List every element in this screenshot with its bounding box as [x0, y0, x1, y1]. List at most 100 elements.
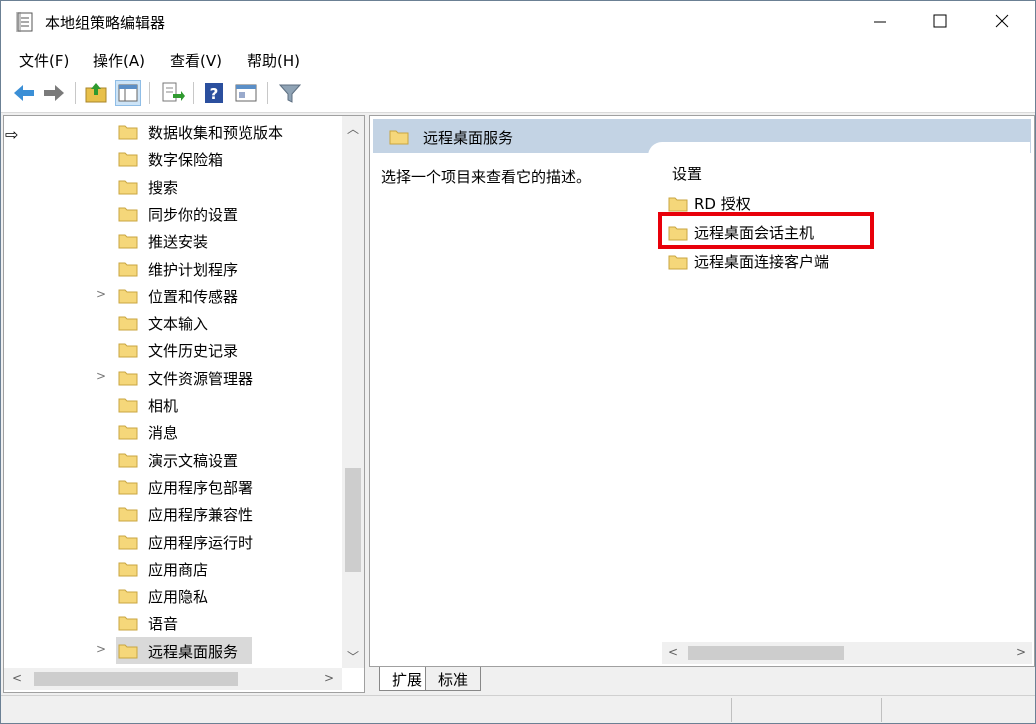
properties-button[interactable] — [233, 80, 259, 106]
minimize-icon — [874, 21, 886, 23]
tree-item-label: 消息 — [148, 424, 179, 443]
export-list-icon — [162, 82, 185, 102]
folder-icon — [118, 371, 138, 386]
column-header-settings[interactable]: 设置 — [672, 163, 702, 184]
folder-icon — [118, 398, 138, 413]
scrollbar-thumb[interactable] — [688, 646, 844, 660]
tree-item-label: 推送安装 — [148, 233, 209, 252]
tree-item-label: 数字保险箱 — [148, 151, 224, 170]
scrollbar-thumb[interactable] — [345, 468, 361, 572]
svg-text:?: ? — [210, 85, 219, 103]
scroll-left-icon[interactable]: < — [668, 645, 678, 659]
tree-item[interactable]: 应用程序包部署 — [4, 473, 340, 500]
folder-icon — [118, 425, 138, 440]
folder-icon — [118, 507, 138, 522]
list-item-connection-client[interactable]: 远程桌面连接客户端 — [668, 249, 918, 273]
tree-item[interactable]: 文件历史记录 — [4, 336, 340, 363]
tree-item[interactable]: 应用商店 — [4, 555, 340, 582]
status-bar — [1, 695, 1035, 723]
show-hide-tree-icon — [118, 84, 138, 102]
status-separator — [731, 698, 732, 722]
toolbar-separator — [193, 82, 194, 104]
close-button[interactable] — [979, 1, 1025, 43]
list-item-label: 远程桌面连接客户端 — [694, 253, 830, 271]
folder-icon — [668, 197, 688, 212]
folder-icon — [118, 316, 138, 331]
tree-item[interactable]: 应用程序运行时 — [4, 528, 340, 555]
menu-action[interactable]: 操作(A) — [93, 50, 145, 71]
tree-item-label: 数据收集和预览版本 — [148, 124, 284, 142]
tree-item-label: 同步你的设置 — [148, 205, 239, 224]
folder-icon — [118, 152, 138, 167]
tree-item[interactable]: 推送安装 — [4, 227, 340, 254]
tree-item[interactable]: 数据收集和预览版本 — [4, 118, 340, 145]
tab-standard[interactable]: 标准 — [425, 667, 482, 691]
tree-item[interactable]: 数字保险箱 — [4, 145, 340, 172]
folder-icon — [118, 262, 138, 276]
folder-icon — [118, 207, 138, 222]
up-folder-button[interactable] — [83, 80, 109, 106]
tree-pane[interactable]: > 远程桌面服务 语音 应用隐私 应用商店 应用程序运行时 应用程序兼容性 应用程序包部署 演示… — [3, 115, 365, 693]
folder-icon — [118, 535, 138, 549]
scroll-right-icon[interactable]: > — [1016, 645, 1026, 659]
expand-chevron-icon[interactable]: > — [96, 287, 110, 301]
tree-item-label: 文件历史记录 — [148, 342, 239, 361]
scroll-down-icon[interactable]: ﹀ — [347, 648, 359, 665]
description-text: 选择一个项目来查看它的描述。 — [381, 168, 592, 186]
tree-item[interactable]: 相机 — [4, 391, 340, 418]
red-highlight-box — [658, 212, 874, 249]
tree-item-label: 应用程序兼容性 — [148, 506, 254, 525]
tree-item[interactable]: > 位置和传感器 — [4, 282, 340, 309]
help-button[interactable]: ? — [201, 80, 227, 106]
help-icon: ? — [205, 83, 223, 103]
tree-item[interactable]: 语音 — [4, 609, 340, 636]
scrollbar-thumb[interactable] — [34, 672, 238, 686]
tree-item[interactable]: 消息 — [4, 418, 340, 445]
tree-item-label: 文本输入 — [148, 315, 209, 334]
tree-item[interactable]: 维护计划程序 — [4, 255, 340, 282]
tree-item[interactable]: 应用隐私 — [4, 582, 340, 609]
menu-bar: 文件(F) 操作(A) 查看(V) 帮助(H) — [1, 43, 1035, 75]
tree-item[interactable]: 搜索 — [4, 173, 340, 200]
maximize-button[interactable] — [917, 1, 963, 43]
scroll-up-icon[interactable]: ︿ — [347, 120, 359, 137]
folder-icon — [118, 234, 138, 249]
filter-button[interactable] — [277, 80, 303, 106]
tree-vertical-scrollbar[interactable]: ︿ ﹀ — [342, 116, 364, 668]
tree-item-label: 应用商店 — [148, 560, 209, 579]
expand-chevron-icon[interactable]: > — [96, 369, 110, 383]
tree-item[interactable]: > 远程桌面服务 — [4, 636, 340, 664]
folder-icon — [118, 289, 138, 304]
tree-item-label: 位置和传感器 — [148, 287, 239, 306]
properties-icon — [235, 84, 257, 102]
tree-item[interactable]: 演示文稿设置 — [4, 446, 340, 473]
tree-horizontal-scrollbar[interactable]: < > — [4, 668, 342, 690]
toolbar-separator — [267, 82, 268, 104]
toolbar-separator — [149, 82, 150, 104]
view-tabs: 扩展 标准 — [371, 667, 1035, 693]
menu-help[interactable]: 帮助(H) — [247, 50, 300, 71]
tree-item[interactable]: 同步你的设置 — [4, 200, 340, 227]
resize-cursor-icon: ⇨ — [5, 125, 19, 144]
tree-item[interactable]: 应用程序兼容性 — [4, 500, 340, 527]
folder-icon — [118, 125, 138, 140]
menu-view[interactable]: 查看(V) — [170, 50, 222, 71]
policy-editor-icon — [16, 12, 33, 32]
details-horizontal-scrollbar[interactable]: < > — [662, 642, 1032, 664]
scroll-left-icon[interactable]: < — [12, 671, 22, 685]
scroll-right-icon[interactable]: > — [324, 671, 334, 685]
export-list-button[interactable] — [159, 80, 185, 106]
menu-file[interactable]: 文件(F) — [19, 50, 69, 71]
tree-item-label: 相机 — [148, 397, 179, 415]
forward-button[interactable] — [41, 80, 67, 106]
tree-item[interactable]: 文本输入 — [4, 309, 340, 336]
tree-item-label: 应用程序运行时 — [148, 533, 254, 552]
expand-chevron-icon[interactable]: > — [96, 642, 110, 656]
back-button[interactable] — [11, 80, 37, 106]
tree-item[interactable]: > 文件资源管理器 — [4, 364, 340, 391]
tree-item-label: 文件资源管理器 — [148, 369, 254, 388]
minimize-button[interactable] — [857, 1, 903, 43]
tree-item-label: 远程桌面服务 — [144, 640, 243, 662]
show-hide-tree-button[interactable] — [115, 80, 141, 106]
tree-item-label: 语音 — [148, 615, 179, 634]
